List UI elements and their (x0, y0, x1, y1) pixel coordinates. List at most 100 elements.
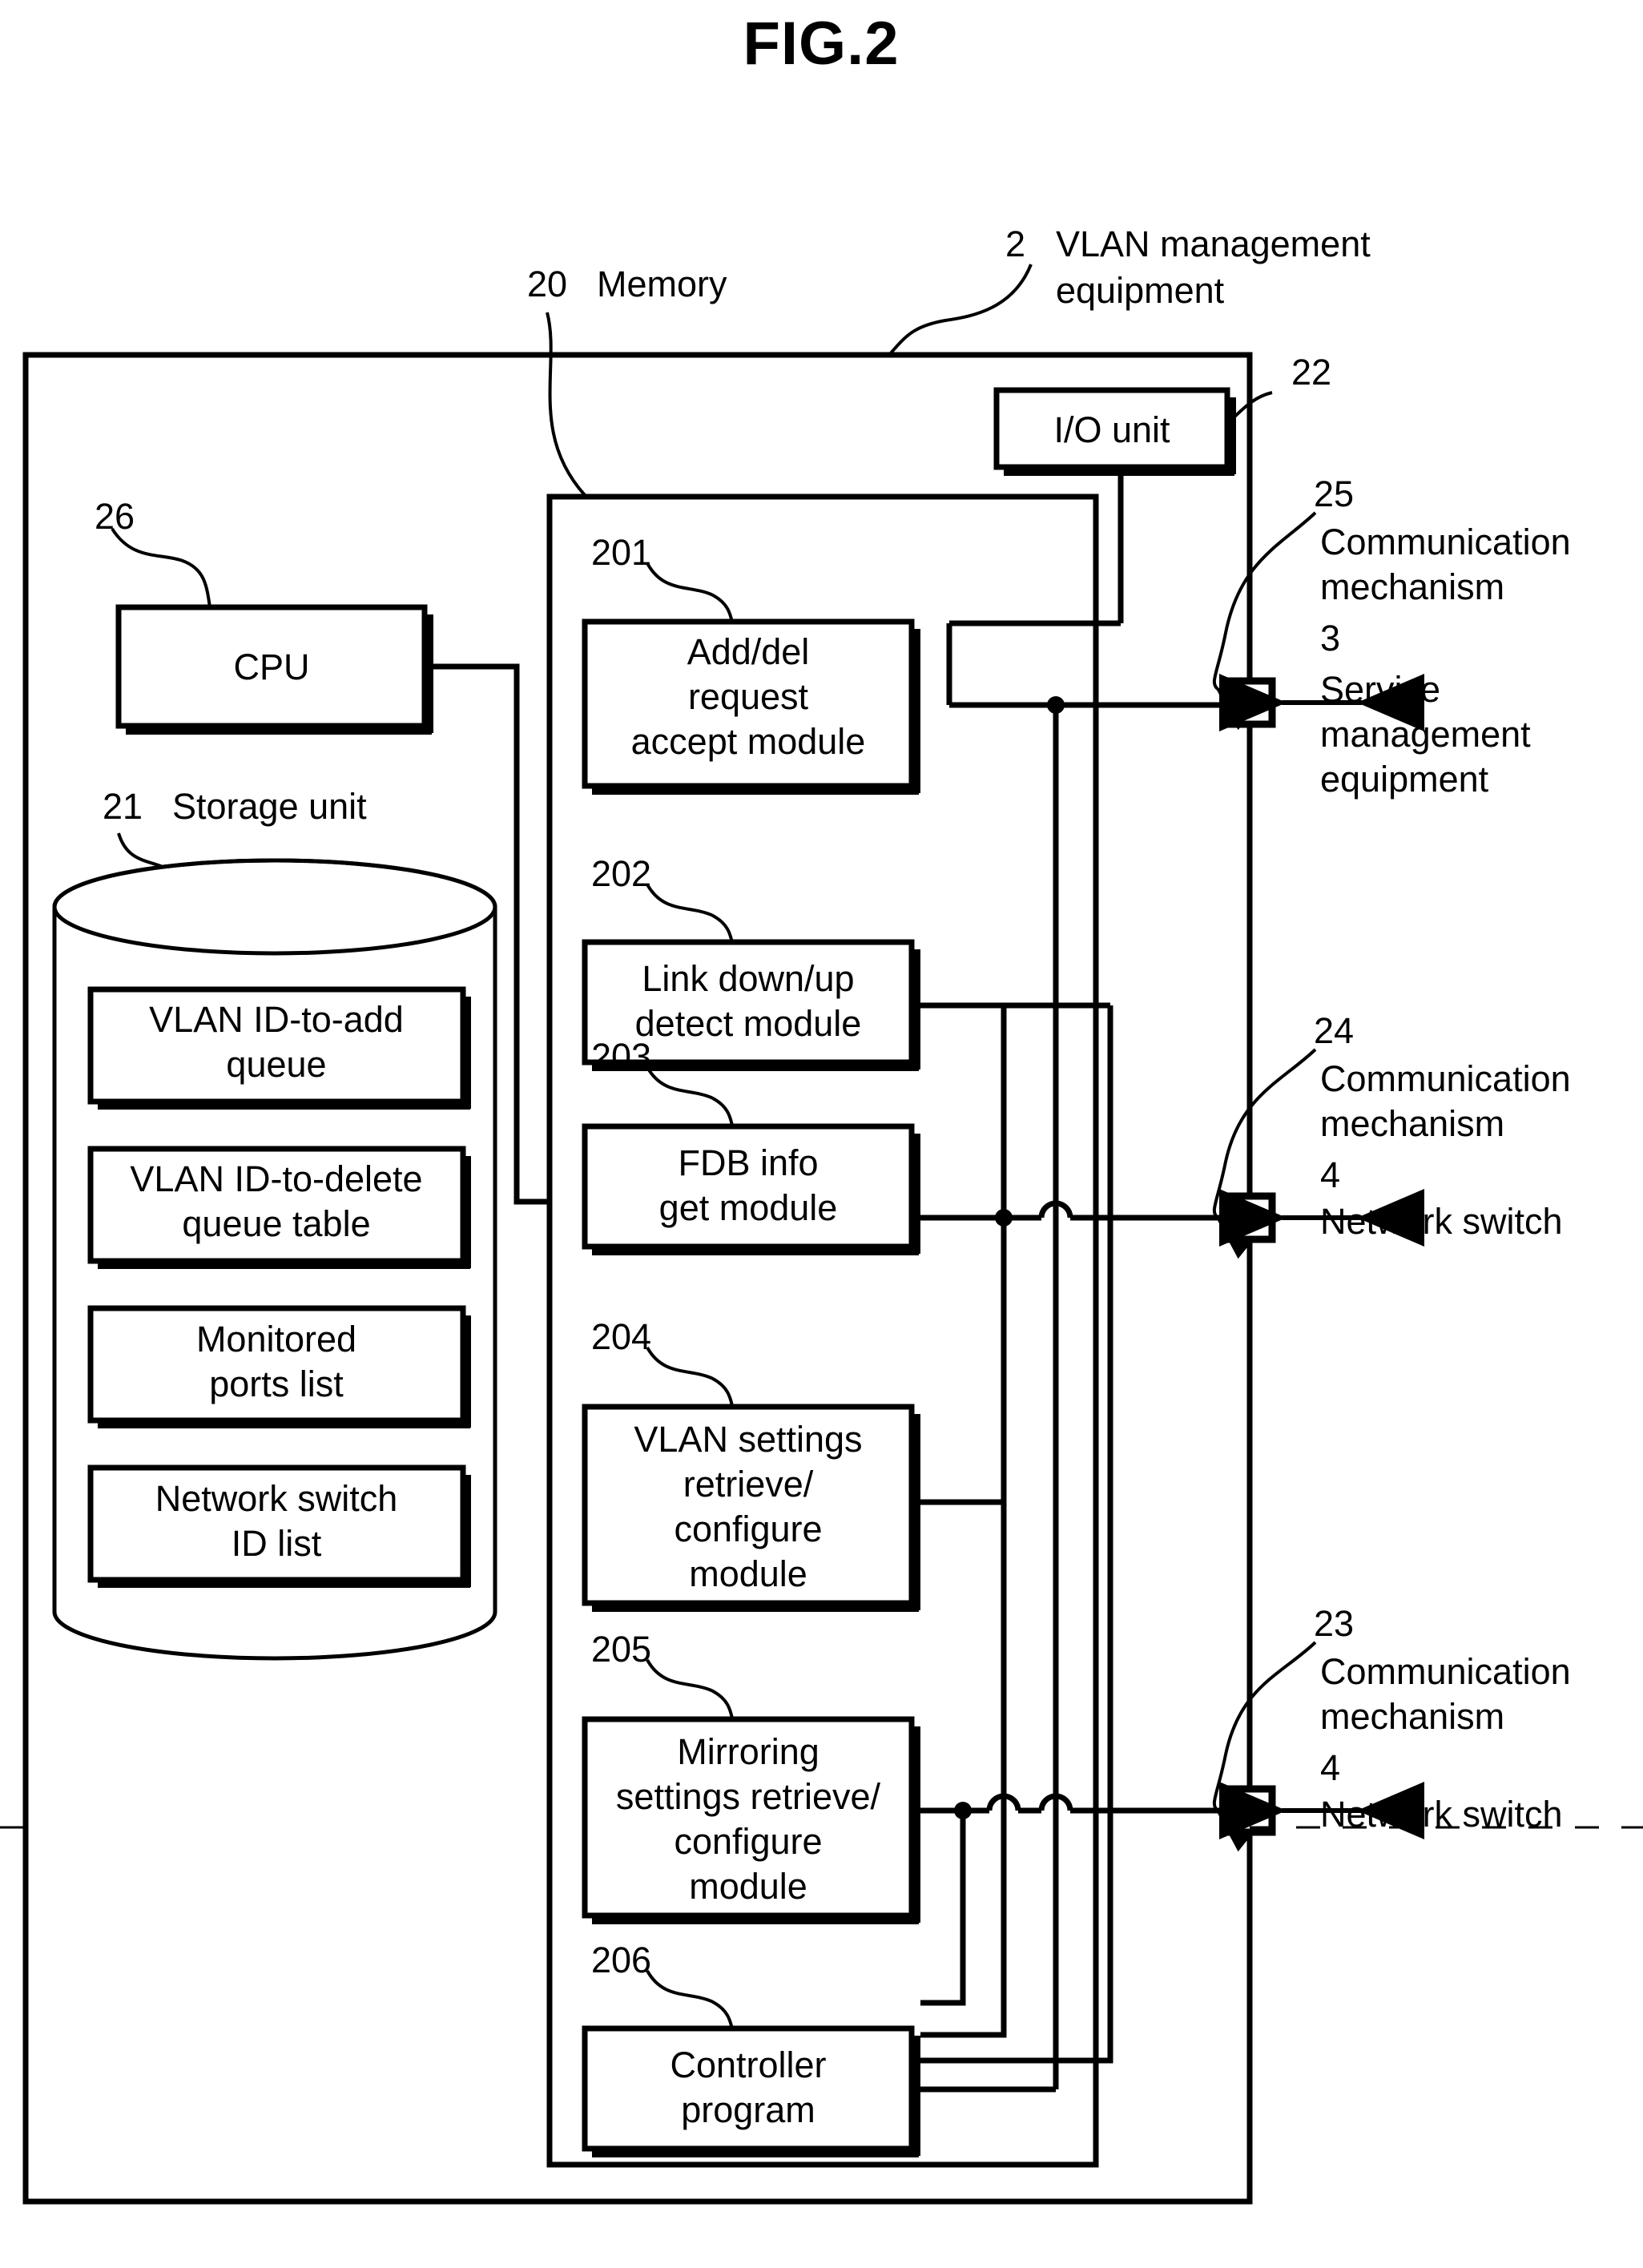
storage-item-shadow-r-1 (463, 1156, 471, 1268)
leader-204 (646, 1347, 735, 1411)
storage-item-shadow-r-2 (463, 1315, 471, 1428)
module-204-line3: configure (674, 1509, 822, 1549)
io-unit-label: I/O unit (1053, 409, 1170, 450)
module-202-line1: Link down/up (642, 958, 854, 999)
storage-item-label-line2: ID list (232, 1523, 322, 1564)
storage-item-shadow-r-0 (463, 997, 471, 1109)
label-service-line1: Service (1320, 669, 1440, 710)
label-equipment-line1: VLAN management (1056, 224, 1371, 264)
module-shadow-r-206 (912, 2036, 920, 2156)
module-shadow-r-204 (912, 1414, 920, 1610)
module-shadow-205 (592, 1916, 919, 1924)
bus-vertical-1386 (920, 1005, 1113, 2064)
ref-4-upper: 4 (1320, 1154, 1340, 1195)
leader-201 (646, 562, 735, 627)
module-203-line2: get module (659, 1187, 838, 1228)
storage-item-shadow-2 (98, 1420, 470, 1428)
storage-item-label-line2: queue table (182, 1203, 370, 1244)
module-shadow-r-203 (912, 1134, 920, 1254)
ref-23: 23 (1314, 1603, 1354, 1644)
ref-201: 201 (591, 532, 651, 573)
label-comm-24-line1: Communication (1320, 1058, 1571, 1099)
comm-port-24 (1225, 1192, 1276, 1243)
module-206-line2: program (681, 2089, 815, 2130)
ref-3: 3 (1320, 618, 1340, 659)
patent-figure-2: FIG.2 I/O unit CPU VLAN ID-to-add queue … (0, 0, 1643, 2268)
figure-title: FIG.2 (743, 10, 899, 78)
comm-port-25 (1225, 677, 1276, 728)
label-storage-unit: Storage unit (172, 786, 367, 827)
module-205-line2: settings retrieve/ (616, 1776, 881, 1817)
module-shadow-204 (592, 1603, 919, 1612)
module-205-line4: module (689, 1866, 807, 1907)
leader-205 (646, 1659, 735, 1723)
label-memory: Memory (597, 264, 727, 304)
module-204-line1: VLAN settings (634, 1419, 862, 1460)
cpu-box-shadow (126, 726, 432, 735)
module-204-line2: retrieve/ (683, 1464, 814, 1505)
figure-canvas: FIG.2 I/O unit CPU VLAN ID-to-add queue … (0, 10, 1643, 2205)
label-net-switch-lower: Network switch (1320, 1794, 1563, 1835)
module-201-line1: Add/del (687, 631, 810, 672)
module-shadow-201 (592, 786, 919, 795)
ref-203: 203 (591, 1036, 651, 1077)
ref-25: 25 (1314, 473, 1354, 514)
storage-item-label-line1: VLAN ID-to-delete (130, 1158, 422, 1199)
label-equipment-line2: equipment (1056, 270, 1225, 311)
module-205-line3: configure (674, 1821, 822, 1862)
module-shadow-r-201 (912, 629, 920, 793)
storage-item-label-line2: queue (226, 1044, 326, 1085)
module-shadow-206 (592, 2149, 919, 2157)
ref-2: 2 (1005, 224, 1025, 264)
storage-item-label-line1: Monitored (196, 1319, 356, 1360)
ref-202: 202 (591, 853, 651, 894)
ref-22: 22 (1291, 352, 1331, 393)
label-comm-25-line2: mechanism (1320, 566, 1504, 607)
ref-204: 204 (591, 1316, 651, 1357)
module-204-line4: module (689, 1553, 807, 1594)
ref-26: 26 (95, 496, 135, 537)
label-net-switch-upper: Network switch (1320, 1201, 1563, 1242)
ref-4-lower: 4 (1320, 1747, 1340, 1788)
leader-202 (646, 884, 735, 948)
storage-item-shadow-r-3 (463, 1475, 471, 1587)
leader-cpu (111, 527, 211, 608)
label-comm-23-line2: mechanism (1320, 1696, 1504, 1737)
storage-item-label-line1: VLAN ID-to-add (149, 999, 404, 1040)
label-comm-23-line1: Communication (1320, 1651, 1571, 1692)
io-unit-box-shadow (1004, 467, 1234, 476)
storage-item-shadow-1 (98, 1261, 470, 1269)
leader-203 (646, 1066, 735, 1130)
module-205-line1: Mirroring (677, 1731, 819, 1772)
label-comm-25-line1: Communication (1320, 522, 1571, 562)
leader-equipment (888, 264, 1033, 357)
module-shadow-r-205 (912, 1726, 920, 1923)
junction-dot-201 (1047, 696, 1065, 714)
bus-vertical-1202 (920, 1811, 966, 2006)
io-unit-box-shadow-right (1227, 397, 1236, 474)
cpu-box-shadow-right (425, 614, 433, 733)
ref-206: 206 (591, 1940, 651, 1980)
storage-item-shadow-3 (98, 1580, 470, 1588)
module-201-line3: accept module (631, 721, 866, 762)
module-shadow-203 (592, 1247, 919, 1255)
module-206-line1: Controller (670, 2044, 826, 2085)
module-202-line2: detect module (635, 1003, 862, 1044)
storage-item-shadow-0 (98, 1102, 470, 1110)
ref-24: 24 (1314, 1010, 1354, 1051)
label-service-line2: management (1320, 714, 1531, 755)
module-shadow-r-202 (912, 949, 920, 1070)
module-201-line2: request (688, 676, 809, 717)
leader-comm-25 (1212, 511, 1317, 731)
module-203-line1: FDB info (678, 1142, 818, 1183)
storage-item-label-line1: Network switch (155, 1478, 398, 1519)
ref-205: 205 (591, 1629, 651, 1670)
ref-20: 20 (527, 264, 567, 304)
wire-202-down (920, 1002, 1007, 1218)
leader-memory (546, 312, 586, 497)
label-service-line3: equipment (1320, 759, 1489, 800)
storage-item-label-line2: ports list (209, 1364, 344, 1404)
comm-port-23 (1225, 1785, 1276, 1836)
cpu-label: CPU (233, 647, 309, 687)
ref-21: 21 (103, 786, 143, 827)
